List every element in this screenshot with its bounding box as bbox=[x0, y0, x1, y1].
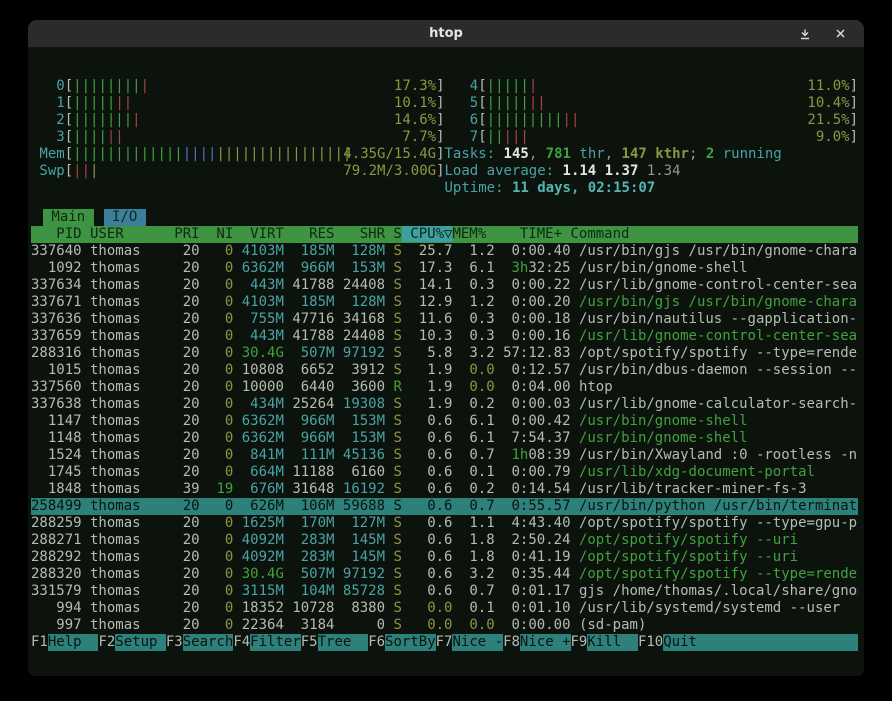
process-row-288320[interactable]: 288320 thomas 20 0 30.4G 507M 97192 S 0.… bbox=[31, 566, 858, 583]
process-row-288316[interactable]: 288316 thomas 20 0 30.4G 507M 97192 S 5.… bbox=[31, 345, 858, 362]
fkey-f8: F8 bbox=[503, 634, 520, 651]
fkey-action-nice-[interactable]: Nice - bbox=[452, 634, 503, 651]
function-key-bar: F1Help F2Setup F3SearchF4FilterF5Tree F6… bbox=[31, 634, 858, 651]
process-row-337640[interactable]: 337640 thomas 20 0 4103M 185M 128M S 25.… bbox=[31, 243, 858, 260]
htop-terminal: 0[|||||||||17.3%] 1[|||||||10.1%] 2[||||… bbox=[28, 48, 864, 676]
window-title: htop bbox=[429, 26, 463, 41]
cpu-meter-7: 7[|||||9.0%] bbox=[445, 129, 859, 146]
process-row-1092[interactable]: 1092 thomas 20 0 6362M 966M 153M S 17.3 … bbox=[31, 260, 858, 277]
cpu-meter-2: 2[||||||||14.6%] bbox=[31, 112, 445, 129]
process-row-337638[interactable]: 337638 thomas 20 0 434M 25264 19308 S 1.… bbox=[31, 396, 858, 413]
window-titlebar[interactable]: htop bbox=[28, 20, 864, 48]
sort-column-cpu[interactable]: CPU%▽ bbox=[402, 226, 453, 242]
fkey-action-setup[interactable]: Setup bbox=[115, 634, 166, 651]
unmaximize-icon[interactable] bbox=[797, 26, 813, 42]
fkey-f3: F3 bbox=[166, 634, 183, 651]
process-row-1848[interactable]: 1848 thomas 39 19 676M 31648 16192 S 0.6… bbox=[31, 481, 858, 498]
meters-right-column: 4[||||||11.0%] 5[|||||||10.4%] 6[|||||||… bbox=[445, 78, 859, 197]
process-row-288292[interactable]: 288292 thomas 20 0 4092M 283M 145M S 0.6… bbox=[31, 549, 858, 566]
tasks-summary: Tasks: 145, 781 thr, 147 kthr; 2 running bbox=[445, 146, 859, 163]
process-row-1147[interactable]: 1147 thomas 20 0 6362M 966M 153M S 0.6 6… bbox=[31, 413, 858, 430]
tab-main[interactable]: Main bbox=[43, 209, 94, 226]
fkey-f2: F2 bbox=[98, 634, 115, 651]
process-row-1524[interactable]: 1524 thomas 20 0 841M 111M 45136 S 0.6 0… bbox=[31, 447, 858, 464]
tab-io[interactable]: I/O bbox=[104, 209, 146, 226]
process-row-994[interactable]: 994 thomas 20 0 18352 10728 8380 S 0.0 0… bbox=[31, 600, 858, 617]
screen-tabs: Main I/O bbox=[31, 209, 858, 226]
process-row-258499[interactable]: 258499 thomas 20 0 626M 106M 59688 S 0.6… bbox=[31, 498, 858, 515]
process-row-1745[interactable]: 1745 thomas 20 0 664M 11188 6160 S 0.6 0… bbox=[31, 464, 858, 481]
fkey-f7: F7 bbox=[436, 634, 453, 651]
process-row-288271[interactable]: 288271 thomas 20 0 4092M 283M 145M S 0.6… bbox=[31, 532, 858, 549]
process-row-337636[interactable]: 337636 thomas 20 0 755M 47716 34168 S 11… bbox=[31, 311, 858, 328]
cpu-meter-4: 4[||||||11.0%] bbox=[445, 78, 859, 95]
fkey-f6: F6 bbox=[368, 634, 385, 651]
fkey-f4: F4 bbox=[233, 634, 250, 651]
fkey-action-quit[interactable]: Quit bbox=[663, 634, 714, 651]
fkey-action-kill[interactable]: Kill bbox=[587, 634, 638, 651]
process-row-337659[interactable]: 337659 thomas 20 0 443M 41788 24408 S 10… bbox=[31, 328, 858, 345]
fkey-bar-filler bbox=[714, 634, 858, 651]
process-row-337671[interactable]: 337671 thomas 20 0 4103M 185M 128M S 12.… bbox=[31, 294, 858, 311]
terminal-window: htop 0[|||||||||17.3%] 1[|||||||10.1%] 2… bbox=[28, 20, 864, 676]
fkey-f5: F5 bbox=[301, 634, 318, 651]
fkey-f10: F10 bbox=[638, 634, 663, 651]
process-row-1148[interactable]: 1148 thomas 20 0 6362M 966M 153M S 0.6 6… bbox=[31, 430, 858, 447]
fkey-action-tree[interactable]: Tree bbox=[318, 634, 369, 651]
fkey-action-search[interactable]: Search bbox=[183, 634, 234, 651]
cpu-meter-6: 6[|||||||||||21.5%] bbox=[445, 112, 859, 129]
cpu-meter-0: 0[|||||||||17.3%] bbox=[31, 78, 445, 95]
process-row-337634[interactable]: 337634 thomas 20 0 443M 41788 24408 S 14… bbox=[31, 277, 858, 294]
load-average: Load average: 1.14 1.37 1.34 bbox=[445, 163, 859, 180]
process-row-337560[interactable]: 337560 thomas 20 0 10000 6440 3600 R 1.9… bbox=[31, 379, 858, 396]
fkey-action-help[interactable]: Help bbox=[48, 634, 99, 651]
process-table: 337640 thomas 20 0 4103M 185M 128M S 25.… bbox=[31, 243, 858, 634]
cpu-meter-3: 3[||||||7.7%] bbox=[31, 129, 445, 146]
close-icon[interactable] bbox=[833, 26, 848, 41]
process-row-331579[interactable]: 331579 thomas 20 0 3115M 104M 85728 S 0.… bbox=[31, 583, 858, 600]
mem-meter: Mem[|||||||||||||||||||||||||||||||||4.3… bbox=[31, 146, 445, 163]
uptime: Uptime: 11 days, 02:15:07 bbox=[445, 180, 859, 197]
swp-meter: Swp[|||79.2M/3.00G] bbox=[31, 163, 445, 180]
process-row-997[interactable]: 997 thomas 20 0 22364 3184 0 S 0.0 0.0 0… bbox=[31, 617, 858, 634]
process-row-288259[interactable]: 288259 thomas 20 0 1625M 170M 127M S 0.6… bbox=[31, 515, 858, 532]
meters-area: 0[|||||||||17.3%] 1[|||||||10.1%] 2[||||… bbox=[31, 78, 858, 197]
window-buttons bbox=[797, 20, 848, 47]
fkey-action-filter[interactable]: Filter bbox=[250, 634, 301, 651]
fkey-action-nice-[interactable]: Nice + bbox=[520, 634, 571, 651]
table-header[interactable]: PID USER PRI NI VIRT RES SHR S CPU%▽MEM%… bbox=[31, 226, 858, 243]
process-row-1015[interactable]: 1015 thomas 20 0 10808 6652 3912 S 1.9 0… bbox=[31, 362, 858, 379]
meters-left-column: 0[|||||||||17.3%] 1[|||||||10.1%] 2[||||… bbox=[31, 78, 445, 197]
fkey-action-sortby[interactable]: SortBy bbox=[385, 634, 436, 651]
cpu-meter-5: 5[|||||||10.4%] bbox=[445, 95, 859, 112]
fkey-f1: F1 bbox=[31, 634, 48, 651]
fkey-f9: F9 bbox=[571, 634, 588, 651]
cpu-meter-1: 1[|||||||10.1%] bbox=[31, 95, 445, 112]
